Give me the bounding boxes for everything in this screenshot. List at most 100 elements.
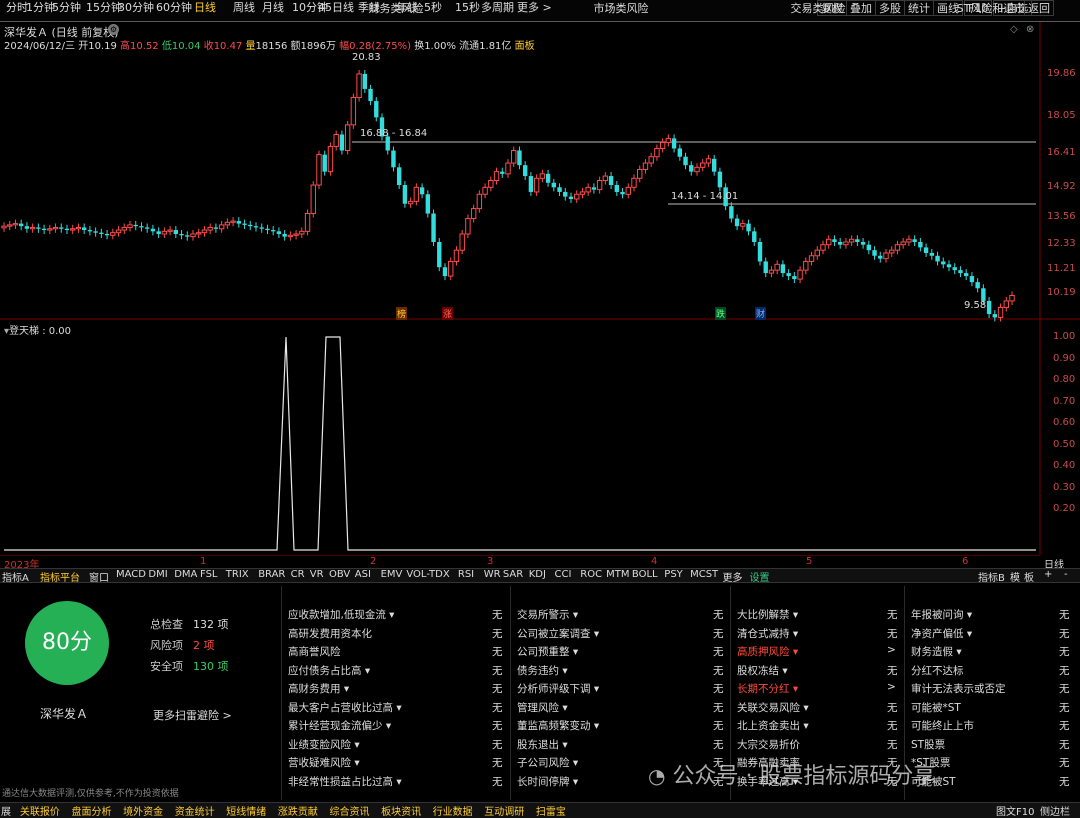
- status-tab-3[interactable]: 境外资金: [123, 803, 163, 818]
- event-badge-bang[interactable]: 榜: [396, 307, 408, 320]
- event-badge-cai[interactable]: 财: [755, 307, 767, 320]
- risk-item-label[interactable]: 股权冻结 ▾: [737, 663, 788, 678]
- risk-item-label[interactable]: 非经常性损益占比过高 ▾: [288, 774, 402, 789]
- status-tab-10[interactable]: 互动调研: [484, 803, 524, 818]
- status-right-sidebar[interactable]: 侧边栏: [1040, 803, 1070, 818]
- risk-item-label[interactable]: 应收款增加,低现金流 ▾: [288, 607, 394, 622]
- indicator-tab-kdj[interactable]: KDJ: [529, 569, 546, 580]
- period-tab-2[interactable]: 5分钟: [52, 0, 81, 16]
- indicator-tab-rsi[interactable]: RSI: [458, 569, 474, 580]
- indicator-tab-boll[interactable]: BOLL: [632, 569, 658, 580]
- period-tab-4[interactable]: 30分钟: [118, 0, 154, 16]
- risk-item-label[interactable]: 营收疑难风险 ▾: [288, 755, 360, 770]
- indicator-tab-指标平台[interactable]: 指标平台: [40, 569, 80, 584]
- risk-item-label[interactable]: 净资产偏低 ▾: [911, 626, 972, 641]
- period-tab-1[interactable]: 1分钟: [26, 0, 55, 16]
- indicator-tab-mtm[interactable]: MTM: [606, 569, 629, 580]
- risk-item-label[interactable]: 年报被问询 ▾: [911, 607, 972, 622]
- risk-item-label[interactable]: 清仓式减持 ▾: [737, 626, 798, 641]
- indicator-tab-trix[interactable]: TRIX: [226, 569, 249, 580]
- indicator-tab-dma[interactable]: DMA: [174, 569, 197, 580]
- indicator-tab-right-4[interactable]: -: [1064, 569, 1068, 580]
- window-close-icon[interactable]: ⊗: [1026, 24, 1034, 35]
- period-tab-3[interactable]: 15分钟: [86, 0, 122, 16]
- risk-item-label[interactable]: 分析师评级下调 ▾: [517, 681, 599, 696]
- indicator-tab-right-3[interactable]: +: [1044, 569, 1052, 580]
- indicator-tab-dmi[interactable]: DMI: [148, 569, 167, 580]
- indicator-tab-指标a[interactable]: 指标A: [2, 569, 29, 584]
- risk-item-value[interactable]: >: [887, 644, 896, 656]
- risk-item-label[interactable]: 累计经营现金流偏少 ▾: [288, 718, 391, 733]
- indicator-tab-cr[interactable]: CR: [291, 569, 305, 580]
- status-tab-5[interactable]: 短线情绪: [226, 803, 266, 818]
- risk-item-label[interactable]: 董监高频繁变动 ▾: [517, 718, 599, 733]
- risk-item-label[interactable]: 高商誉风险: [288, 644, 341, 659]
- risk-item-label[interactable]: 高质押风险 ▾: [737, 644, 798, 659]
- indicator-tab-brar[interactable]: BRAR: [258, 569, 285, 580]
- status-tab-7[interactable]: 综合资讯: [330, 803, 370, 818]
- indicator-tab-macd[interactable]: MACD: [116, 569, 146, 580]
- period-tab-8[interactable]: 月线: [262, 0, 284, 16]
- settings-gear-icon[interactable]: ⚙: [108, 24, 119, 35]
- indicator-tab-vol-tdx[interactable]: VOL-TDX: [406, 569, 449, 580]
- indicator-tab-更多[interactable]: 更多: [723, 569, 743, 584]
- indicator-tab-mcst[interactable]: MCST: [690, 569, 718, 580]
- indicator-tab-psy[interactable]: PSY: [664, 569, 683, 580]
- board-link[interactable]: 面板: [515, 41, 535, 52]
- status-tab-4[interactable]: 资金统计: [175, 803, 215, 818]
- risk-item-label[interactable]: 公司预重整 ▾: [517, 644, 578, 659]
- risk-item-label[interactable]: 高财务费用 ▾: [288, 681, 349, 696]
- period-tab-0[interactable]: 分时: [6, 0, 28, 16]
- status-right-f10[interactable]: 图文F10: [996, 803, 1034, 818]
- period-tab-7[interactable]: 周线: [233, 0, 255, 16]
- risk-item-label[interactable]: 分红不达标: [911, 663, 964, 678]
- status-tab-6[interactable]: 涨跌贡献: [278, 803, 318, 818]
- risk-item-label[interactable]: 关联交易风险 ▾: [737, 700, 809, 715]
- risk-item-label[interactable]: 长期不分红 ▾: [737, 681, 798, 696]
- risk-item-label[interactable]: ST股票: [911, 737, 945, 752]
- more-risk-scan-link[interactable]: 更多扫雷避险 >: [153, 707, 232, 723]
- indicator-tab-obv[interactable]: OBV: [329, 569, 350, 580]
- risk-item-value[interactable]: >: [887, 681, 896, 693]
- risk-item-label[interactable]: 最大客户占营收比过高 ▾: [288, 700, 402, 715]
- risk-item-label[interactable]: 应付债务占比高 ▾: [288, 663, 370, 678]
- indicator-tab-roc[interactable]: ROC: [580, 569, 602, 580]
- indicator-tab-wr[interactable]: WR: [484, 569, 501, 580]
- window-restore-icon[interactable]: ◇: [1010, 24, 1018, 35]
- indicator-tab-right-1[interactable]: 模: [1010, 569, 1020, 584]
- risk-item-label[interactable]: 可能被*ST: [911, 700, 961, 715]
- indicator-tab-emv[interactable]: EMV: [381, 569, 403, 580]
- event-badge-die[interactable]: 跌: [715, 307, 727, 320]
- indicator-tab-fsl[interactable]: FSL: [200, 569, 218, 580]
- status-tab-9[interactable]: 行业数据: [433, 803, 473, 818]
- status-tab-0[interactable]: 展: [1, 803, 11, 818]
- status-tab-2[interactable]: 盘面分析: [72, 803, 112, 818]
- risk-item-label[interactable]: 管理风险 ▾: [517, 700, 568, 715]
- indicator-tab-asi[interactable]: ASI: [355, 569, 371, 580]
- risk-item-label[interactable]: 高研发费用资本化: [288, 626, 372, 641]
- status-tab-11[interactable]: 扫雷宝: [536, 803, 566, 818]
- risk-item-label[interactable]: 长时间停牌 ▾: [517, 774, 578, 789]
- period-tab-5[interactable]: 60分钟: [156, 0, 192, 16]
- risk-item-label[interactable]: 公司被立案调查 ▾: [517, 626, 599, 641]
- risk-item-label[interactable]: 财务造假 ▾: [911, 644, 962, 659]
- indicator-tab-sar[interactable]: SAR: [503, 569, 523, 580]
- risk-item-label[interactable]: 业绩变脸风险 ▾: [288, 737, 360, 752]
- status-tab-1[interactable]: 关联报价: [20, 803, 60, 818]
- period-tab-6[interactable]: 日线: [194, 0, 216, 16]
- risk-item-label[interactable]: 债务违约 ▾: [517, 663, 568, 678]
- indicator-tab-设置[interactable]: 设置: [750, 569, 770, 584]
- indicator-tab-right-0[interactable]: 指标B: [978, 569, 1005, 584]
- risk-item-label[interactable]: 北上资金卖出 ▾: [737, 718, 809, 733]
- indicator-tab-窗口[interactable]: 窗口: [89, 569, 109, 584]
- risk-item-label[interactable]: 可能终止上市: [911, 718, 974, 733]
- indicator-tab-vr[interactable]: VR: [310, 569, 324, 580]
- risk-item-label[interactable]: 审计无法表示或否定: [911, 681, 1006, 696]
- risk-item-label[interactable]: 大比例解禁 ▾: [737, 607, 798, 622]
- risk-item-label[interactable]: 股东退出 ▾: [517, 737, 568, 752]
- status-tab-8[interactable]: 板块资讯: [381, 803, 421, 818]
- indicator-tab-right-2[interactable]: 板: [1024, 569, 1034, 584]
- risk-item-label[interactable]: 大宗交易折价: [737, 737, 800, 752]
- risk-item-label[interactable]: 交易所警示 ▾: [517, 607, 578, 622]
- event-badge-zhang[interactable]: 涨: [442, 307, 454, 320]
